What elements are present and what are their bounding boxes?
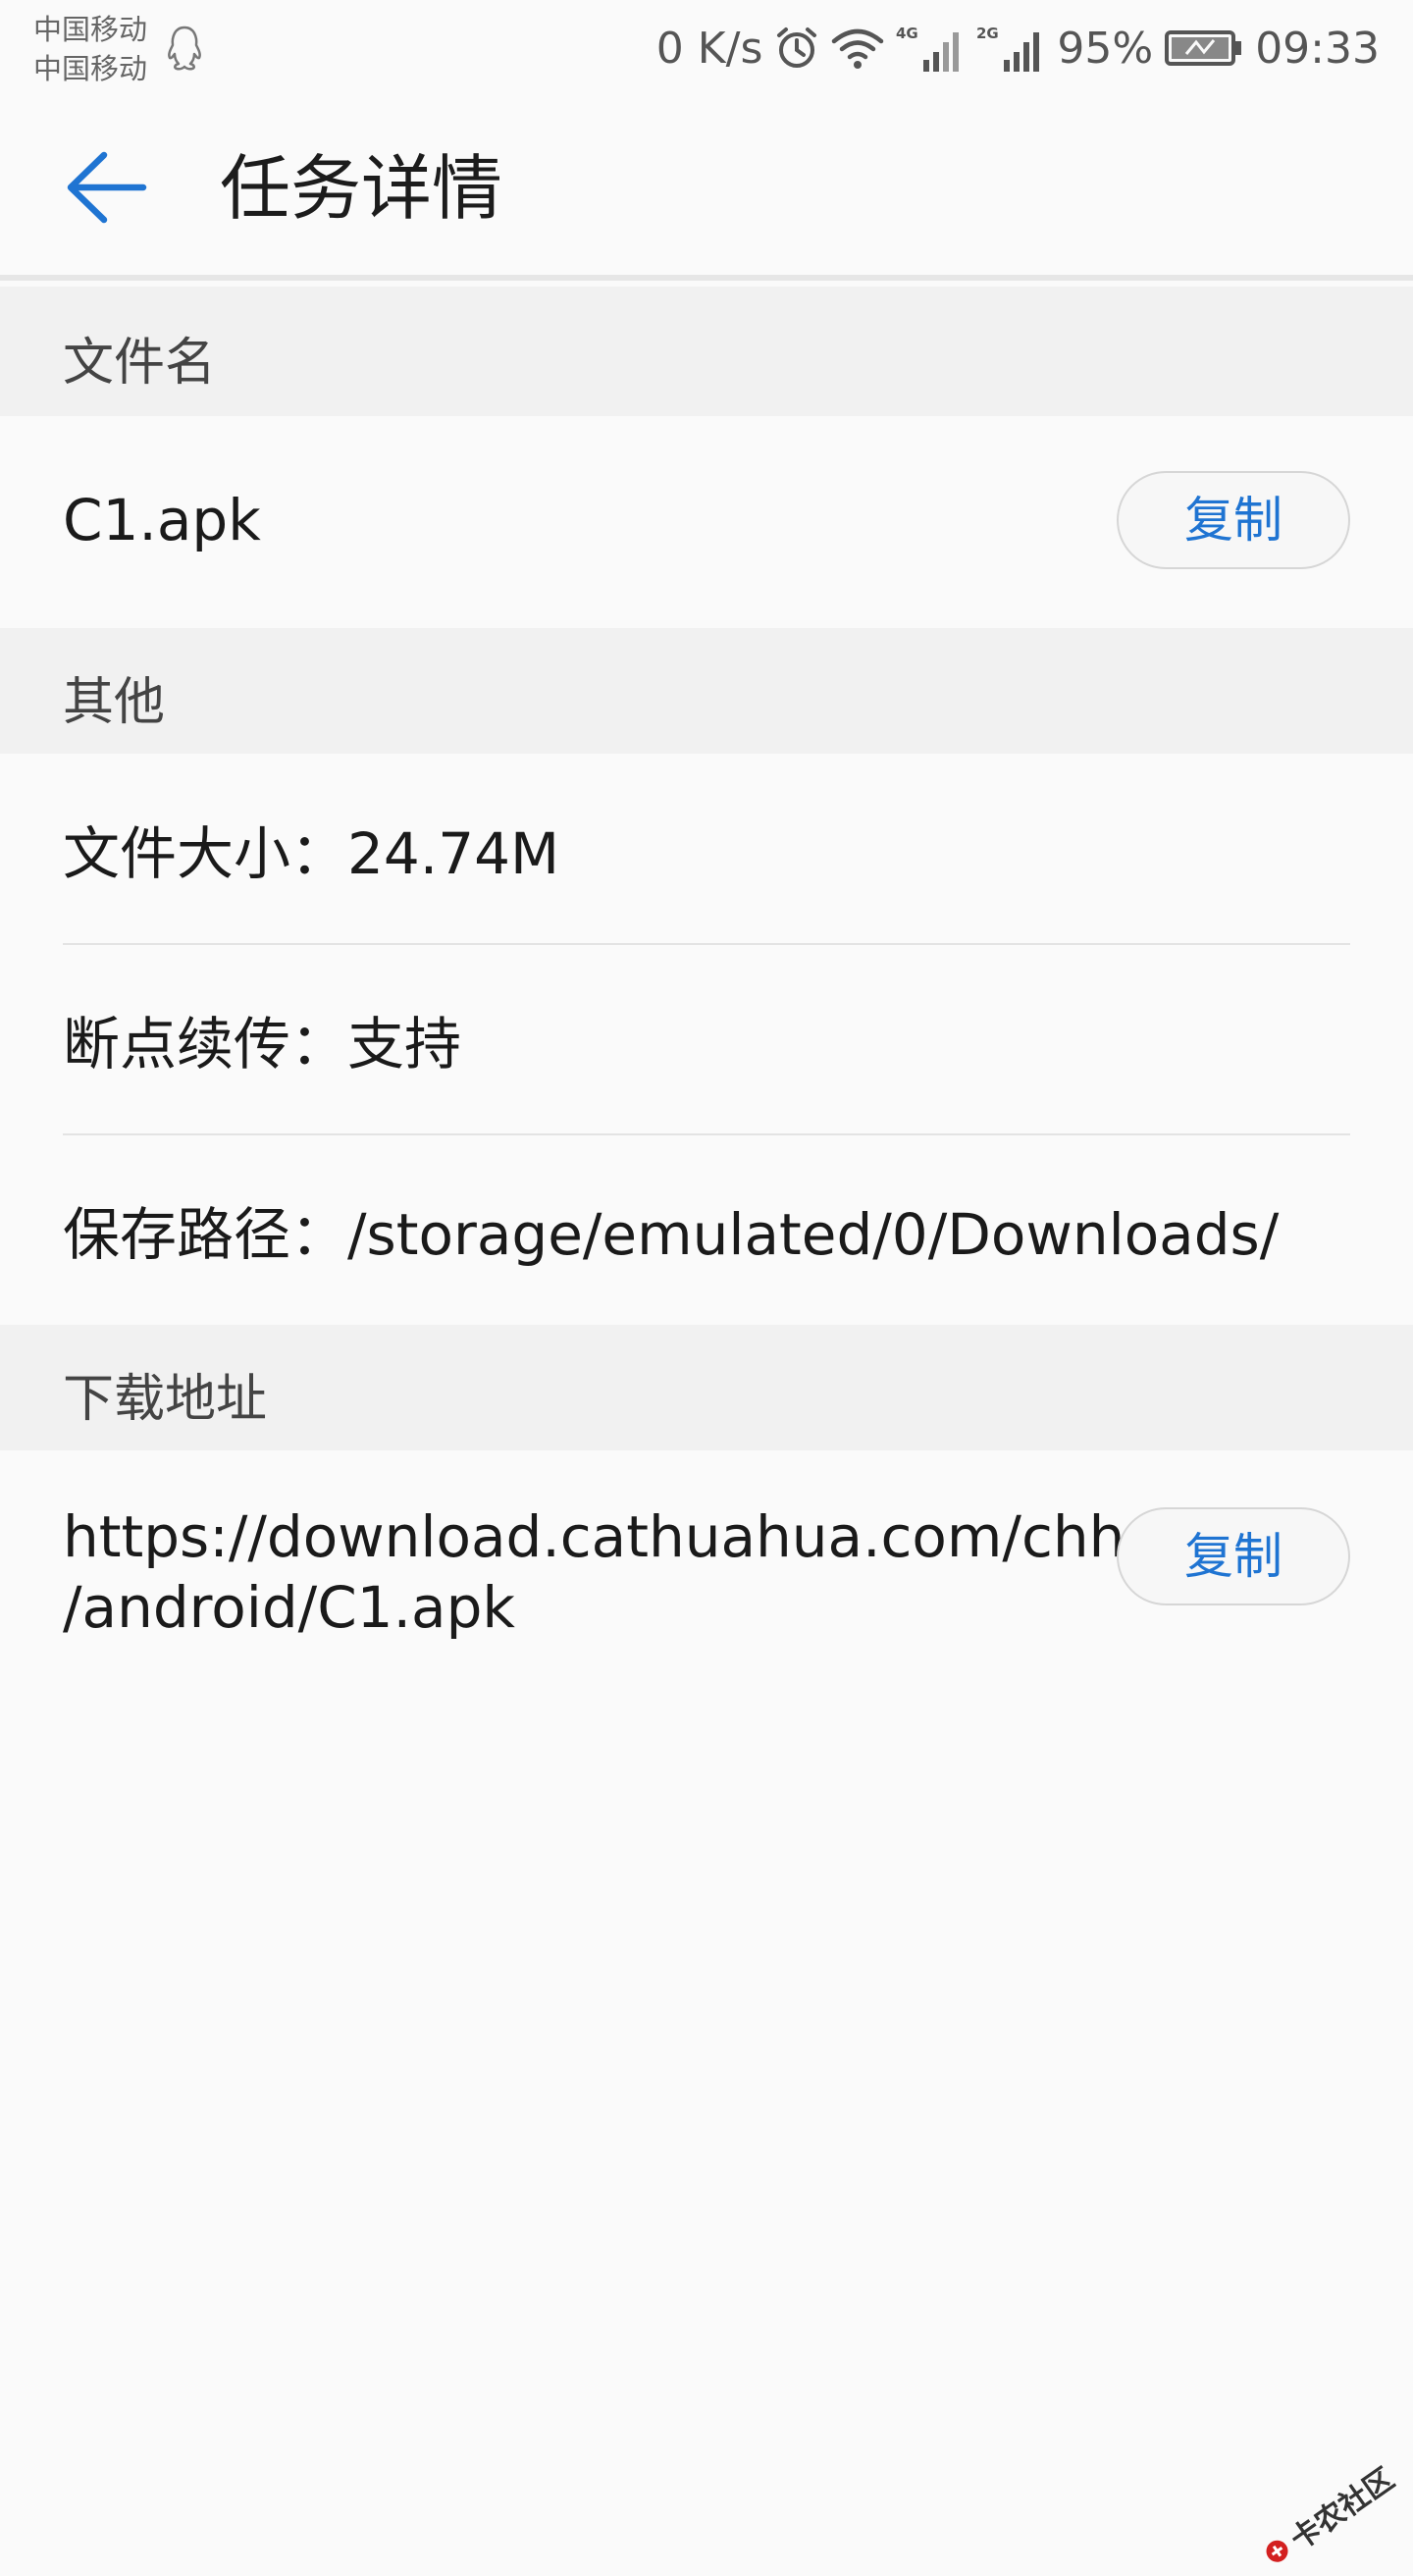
qq-penguin-icon bbox=[168, 26, 201, 71]
signal-4g-icon: 4G bbox=[896, 25, 960, 72]
carrier-2: 中国移动 bbox=[33, 52, 148, 85]
network-4g-label: 4G bbox=[896, 25, 918, 42]
carrier-1: 中国移动 bbox=[33, 13, 148, 46]
copy-file-name-button[interactable]: 复制 bbox=[1117, 471, 1350, 569]
file-name-row: C1.apk 复制 bbox=[0, 416, 1413, 628]
file-name-value: C1.apk bbox=[63, 487, 261, 553]
carrier-info: 中国移动 中国移动 bbox=[33, 10, 147, 88]
section-header-download-url: 下载地址 bbox=[0, 1325, 1413, 1450]
file-size-text: 文件大小：24.74M bbox=[63, 820, 560, 887]
watermark: 卡农社区 bbox=[1254, 2455, 1401, 2576]
watermark-text: 卡农社区 bbox=[1284, 2461, 1401, 2558]
divider bbox=[63, 943, 1350, 945]
download-url-line-2: /android/C1.apk bbox=[63, 1574, 515, 1641]
clock-time: 09:33 bbox=[1255, 23, 1380, 74]
network-2g-label: 2G bbox=[976, 25, 999, 42]
divider bbox=[63, 1133, 1350, 1135]
section-header-file-name: 文件名 bbox=[0, 287, 1413, 416]
other-info-list: 文件大小：24.74M 断点续传：支持 保存路径：/storage/emulat… bbox=[0, 754, 1413, 1325]
download-url-row: https://download.cathuahua.com/chh /andr… bbox=[0, 1450, 1413, 1696]
section-label-download-url: 下载地址 bbox=[63, 1370, 268, 1429]
download-url-text: https://download.cathuahua.com/chh /andr… bbox=[63, 1501, 1125, 1643]
app-bar: 任务详情 bbox=[0, 98, 1413, 281]
page-title: 任务详情 bbox=[220, 147, 503, 230]
status-bar: 中国移动 中国移动 0 K/s 4G 2G 95% 09:33 bbox=[0, 0, 1413, 98]
section-label-other: 其他 bbox=[63, 673, 166, 732]
section-header-other: 其他 bbox=[0, 628, 1413, 754]
watermark-logo-icon bbox=[1266, 2540, 1288, 2562]
battery-percent: 95% bbox=[1057, 23, 1154, 74]
save-path-text: 保存路径：/storage/emulated/0/Downloads/ bbox=[63, 1201, 1280, 1268]
alarm-icon bbox=[777, 27, 817, 68]
section-label-file-name: 文件名 bbox=[63, 334, 217, 393]
copy-download-url-button[interactable]: 复制 bbox=[1117, 1507, 1350, 1605]
battery-charging-icon bbox=[1165, 30, 1242, 66]
status-indicators: 0 K/s 4G 2G 95% 09:33 bbox=[656, 18, 1380, 79]
net-speed: 0 K/s bbox=[655, 23, 763, 74]
back-arrow-icon bbox=[67, 151, 147, 224]
back-button[interactable] bbox=[59, 143, 157, 232]
signal-2g-icon: 2G bbox=[976, 25, 1040, 72]
resume-support-text: 断点续传：支持 bbox=[63, 1011, 462, 1078]
wifi-icon bbox=[832, 28, 884, 69]
download-url-line-1: https://download.cathuahua.com/chh bbox=[63, 1503, 1125, 1570]
